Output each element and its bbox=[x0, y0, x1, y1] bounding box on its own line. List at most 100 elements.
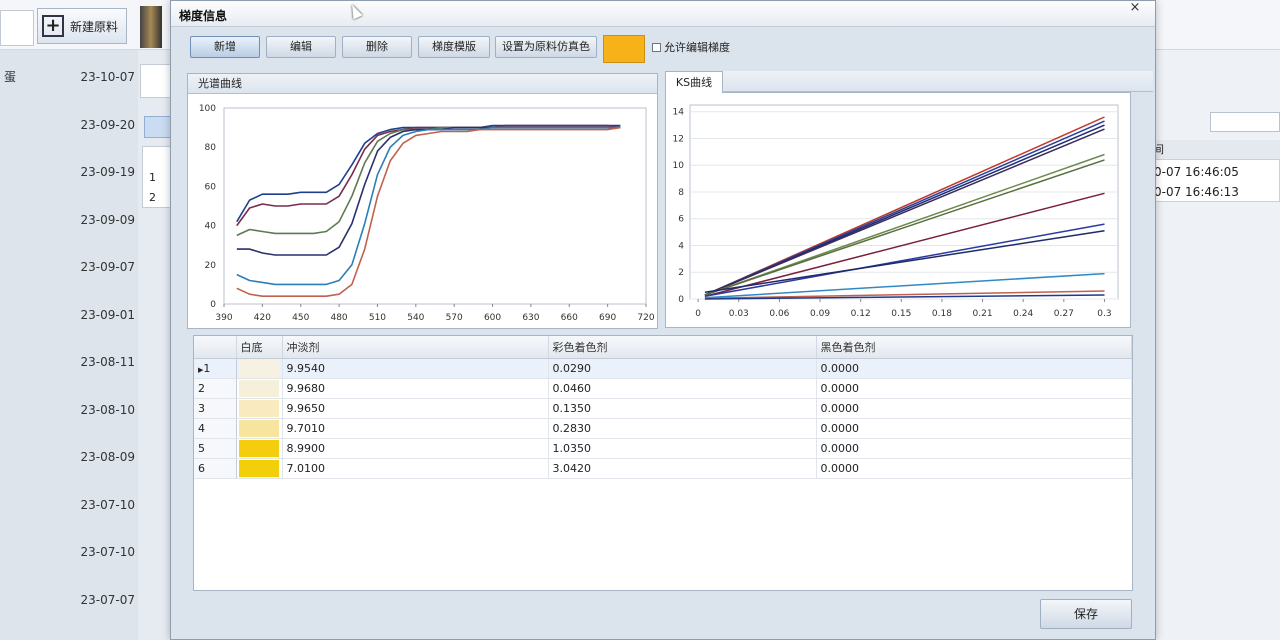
diluent-cell[interactable]: 9.7010 bbox=[282, 418, 549, 439]
row-index[interactable]: ▶1 bbox=[194, 358, 237, 379]
table-row[interactable]: 2 9.9680 0.0460 0.0000 bbox=[194, 378, 1132, 399]
colorant-cell[interactable]: 3.0420 bbox=[548, 458, 817, 479]
colorant-cell[interactable]: 0.0460 bbox=[548, 378, 817, 399]
delete-button[interactable]: 删除 bbox=[342, 36, 412, 58]
dialog-titlebar[interactable]: 梯度信息 × bbox=[171, 1, 1155, 27]
row-index-label: 1 bbox=[203, 361, 211, 375]
new-material-label: 新建原料 bbox=[70, 19, 119, 34]
colorant-cell[interactable]: 0.1350 bbox=[548, 398, 817, 419]
row-index[interactable]: 3 bbox=[194, 398, 237, 419]
date-list-item[interactable]: 23-07-10 bbox=[60, 545, 135, 559]
diluent-cell[interactable]: 9.9540 bbox=[282, 358, 549, 379]
column-header[interactable]: 白底 bbox=[236, 336, 283, 359]
white-base-swatch-cell[interactable] bbox=[236, 398, 283, 419]
bg-grid-row[interactable]: 1 bbox=[149, 171, 156, 184]
column-header[interactable]: 彩色着色剂 bbox=[548, 336, 817, 359]
row-index[interactable]: 2 bbox=[194, 378, 237, 399]
y-tick-label: 40 bbox=[205, 222, 217, 232]
truncated-text: 蛋 bbox=[4, 70, 17, 84]
new-material-button[interactable]: + 新建原料 bbox=[37, 8, 127, 44]
diluent-cell[interactable]: 9.9650 bbox=[282, 398, 549, 419]
close-icon[interactable]: × bbox=[1123, 1, 1147, 17]
column-header[interactable]: 冲淡剂 bbox=[282, 336, 549, 359]
white-base-swatch-cell[interactable] bbox=[236, 418, 283, 439]
date-list-item[interactable]: 23-09-07 bbox=[60, 260, 135, 274]
date-list-item[interactable]: 23-07-07 bbox=[60, 593, 135, 607]
black-colorant-cell[interactable]: 0.0000 bbox=[816, 378, 1132, 399]
row-index[interactable]: 5 bbox=[194, 438, 237, 459]
right-input[interactable] bbox=[1210, 112, 1280, 132]
x-tick-label: 720 bbox=[637, 313, 654, 323]
save-button[interactable]: 保存 bbox=[1040, 599, 1132, 629]
date-list-item[interactable]: 23-08-11 bbox=[60, 355, 135, 369]
white-base-swatch-cell[interactable] bbox=[236, 438, 283, 459]
date-list-item[interactable]: 23-07-10 bbox=[60, 498, 135, 512]
white-base-swatch-cell[interactable] bbox=[236, 378, 283, 399]
color-swatch bbox=[238, 379, 279, 397]
date-list-item[interactable]: 23-09-20 bbox=[60, 118, 135, 132]
gradient-template-button[interactable]: 梯度模版 bbox=[418, 36, 490, 58]
set-simulated-color-button[interactable]: 设置为原料仿真色 bbox=[495, 36, 597, 58]
y-tick-label: 6 bbox=[678, 215, 684, 225]
toolbar-left-box[interactable] bbox=[0, 10, 34, 46]
colorant-cell[interactable]: 0.0290 bbox=[548, 358, 817, 379]
black-colorant-cell[interactable]: 0.0000 bbox=[816, 418, 1132, 439]
checkbox-icon[interactable] bbox=[652, 42, 661, 52]
date-list-item[interactable]: 23-08-10 bbox=[60, 403, 135, 417]
add-button[interactable]: 新增 bbox=[190, 36, 260, 58]
table-row[interactable]: 3 9.9650 0.1350 0.0000 bbox=[194, 398, 1132, 419]
table-header-row: 白底 冲淡剂 彩色着色剂 黑色着色剂 bbox=[194, 336, 1132, 359]
date-list-item[interactable]: 23-09-01 bbox=[60, 308, 135, 322]
colorant-cell[interactable]: 0.2830 bbox=[548, 418, 817, 439]
ks-tab-strip bbox=[665, 71, 1153, 92]
y-tick-label: 12 bbox=[673, 134, 684, 144]
x-tick-label: 0.21 bbox=[973, 309, 993, 319]
x-tick-label: 600 bbox=[484, 313, 501, 323]
date-list-item[interactable]: 23-10-07 bbox=[60, 70, 135, 84]
diluent-cell[interactable]: 9.9680 bbox=[282, 378, 549, 399]
right-table-row[interactable]: 0-07 16:46:13 bbox=[1154, 185, 1239, 199]
black-colorant-cell[interactable]: 0.0000 bbox=[816, 458, 1132, 479]
date-list-item[interactable]: 23-09-19 bbox=[60, 165, 135, 179]
right-table-row[interactable]: 0-07 16:46:05 bbox=[1154, 165, 1239, 179]
black-colorant-cell[interactable]: 0.0000 bbox=[816, 438, 1132, 459]
bg-grid-row[interactable]: 2 bbox=[149, 191, 156, 204]
x-tick-label: 0.3 bbox=[1097, 309, 1111, 319]
spectrum-chart: 0 20 40 60 80 100 390 420 450 480 510 540 570 600 630 6… bbox=[199, 104, 655, 323]
colorant-cell[interactable]: 1.0350 bbox=[548, 438, 817, 459]
ks-panel: 0 2 4 6 8 10 12 14 0 0.03 0.06 0.09 0.12 0.15 0.18 0.21… bbox=[665, 92, 1131, 328]
black-colorant-cell[interactable]: 0.0000 bbox=[816, 398, 1132, 419]
x-tick-label: 540 bbox=[407, 313, 424, 323]
color-swatch bbox=[238, 399, 279, 417]
row-index[interactable]: 4 bbox=[194, 418, 237, 439]
diluent-cell[interactable]: 7.0100 bbox=[282, 458, 549, 479]
tab-ks-curve[interactable]: KS曲线 bbox=[665, 71, 723, 93]
table-row[interactable]: 4 9.7010 0.2830 0.0000 bbox=[194, 418, 1132, 439]
x-tick-label: 0.12 bbox=[851, 309, 871, 319]
allow-edit-checkbox[interactable]: 允许编辑梯度 bbox=[652, 39, 730, 55]
plus-icon: + bbox=[42, 15, 64, 37]
gradient-info-dialog: 梯度信息 × 新增 编辑 删除 梯度模版 设置为原料仿真色 允许编辑梯度 光谱曲… bbox=[170, 0, 1156, 640]
x-tick-label: 0.15 bbox=[891, 309, 911, 319]
table-row[interactable]: 6 7.0100 3.0420 0.0000 bbox=[194, 458, 1132, 479]
black-colorant-cell[interactable]: 0.0000 bbox=[816, 358, 1132, 379]
color-swatch bbox=[238, 439, 279, 457]
edit-button[interactable]: 编辑 bbox=[266, 36, 336, 58]
date-list-item[interactable]: 23-09-09 bbox=[60, 213, 135, 227]
table-row[interactable]: ▶1 9.9540 0.0290 0.0000 bbox=[194, 358, 1132, 379]
white-base-swatch-cell[interactable] bbox=[236, 358, 283, 379]
gradient-table: 白底 冲淡剂 彩色着色剂 黑色着色剂 ▶1 9.9540 0.0290 0.0000 2… bbox=[193, 335, 1133, 591]
date-list-item[interactable]: 23-08-09 bbox=[60, 450, 135, 464]
table-row[interactable]: 5 8.9900 1.0350 0.0000 bbox=[194, 438, 1132, 459]
material-thumbnail bbox=[140, 6, 162, 48]
x-tick-label: 630 bbox=[522, 313, 539, 323]
x-tick-label: 450 bbox=[292, 313, 309, 323]
dialog-title: 梯度信息 bbox=[179, 9, 228, 23]
y-tick-label: 0 bbox=[210, 300, 216, 310]
diluent-cell[interactable]: 8.9900 bbox=[282, 438, 549, 459]
column-header[interactable]: 黑色着色剂 bbox=[816, 336, 1132, 359]
white-base-swatch-cell[interactable] bbox=[236, 458, 283, 479]
y-tick-label: 0 bbox=[678, 295, 684, 305]
row-index[interactable]: 6 bbox=[194, 458, 237, 479]
simulated-color-swatch[interactable] bbox=[603, 35, 645, 63]
